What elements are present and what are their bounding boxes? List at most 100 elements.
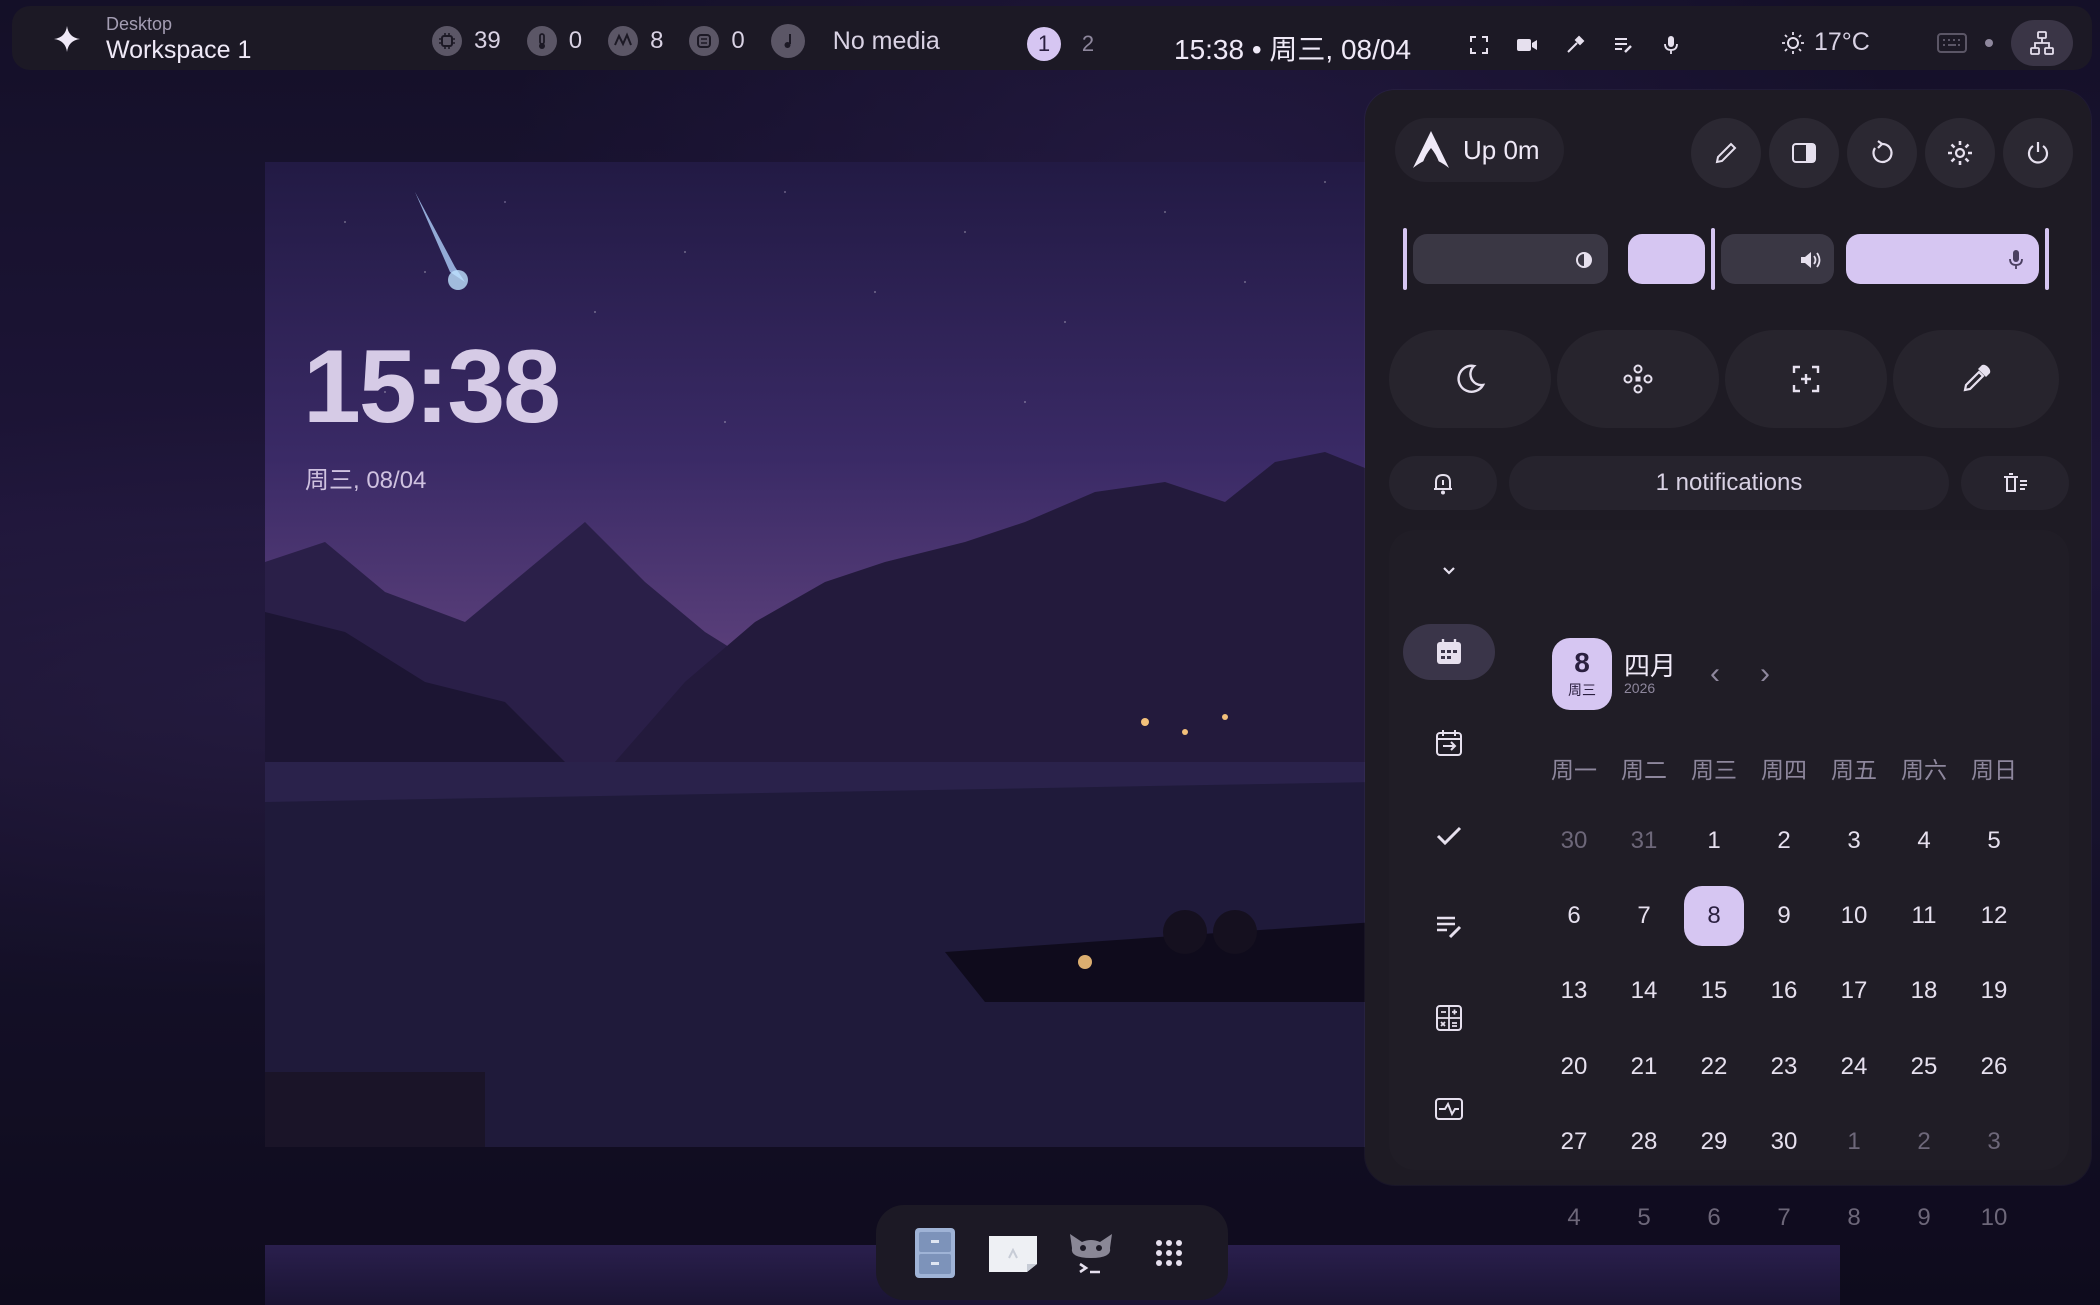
music-note-icon[interactable] [770,24,805,58]
collapse-button[interactable] [1403,542,1495,598]
prev-month-button[interactable]: ‹ [1710,659,1720,689]
screenshot-toggle[interactable] [1725,330,1887,428]
calendar-day[interactable]: 24 [1819,1036,1889,1098]
weather-widget[interactable]: 17°C [1780,28,1870,57]
calendar-day[interactable]: 31 [1609,810,1679,872]
color-picker-icon[interactable] [1560,30,1590,60]
calendar-day-number: 14 [1630,977,1658,1005]
calendar-day[interactable]: 9 [1749,885,1819,947]
calendar-day[interactable]: 10 [1959,1187,2029,1249]
calendar-day[interactable]: 27 [1539,1111,1609,1173]
calendar-day[interactable]: 20 [1539,1036,1609,1098]
calendar-day[interactable]: 4 [1539,1187,1609,1249]
activity-icon [1435,1098,1463,1120]
microphone-icon [2009,250,2023,269]
video-camera-icon[interactable] [1512,30,1542,60]
calendar-day[interactable]: 2 [1749,810,1819,872]
calendar-day[interactable]: 5 [1609,1187,1679,1249]
calendar-day[interactable]: 17 [1819,960,1889,1022]
calendar-day-today[interactable]: 8 [1679,885,1749,947]
dock-app-launcher[interactable] [1139,1223,1199,1283]
calendar-day[interactable]: 22 [1679,1036,1749,1098]
edit-button[interactable] [1691,118,1761,188]
todo-tab[interactable] [1403,807,1495,863]
calendar-day[interactable]: 5 [1959,810,2029,872]
dock-app-file-manager[interactable] [905,1223,965,1283]
clear-notifications-button[interactable] [1961,456,2069,510]
calendar-day[interactable]: 3 [1819,810,1889,872]
night-light-toggle[interactable] [1389,330,1551,428]
calendar-day[interactable]: 25 [1889,1036,1959,1098]
workspace-switcher: 1 2 [1027,27,1105,61]
calendar-day[interactable]: 16 [1749,960,1819,1022]
color-picker-toggle[interactable] [1893,330,2059,428]
microphone-icon[interactable] [1656,30,1686,60]
dock-app-editor[interactable] [983,1223,1043,1283]
calendar-day[interactable]: 7 [1749,1187,1819,1249]
mic-slider-handle[interactable] [2045,228,2049,290]
calendar-day[interactable]: 18 [1889,960,1959,1022]
power-button[interactable] [2003,118,2073,188]
calendar-day[interactable]: 11 [1889,885,1959,947]
calendar-day[interactable]: 9 [1889,1187,1959,1249]
stat-memory[interactable]: 8 [608,26,663,56]
stat-disk[interactable]: 0 [689,26,745,56]
calendar-week-row: 4 5 6 7 8 9 10 [1539,1180,2029,1255]
fullscreen-icon[interactable] [1464,30,1494,60]
tray [1937,20,2073,66]
silence-button[interactable] [1389,456,1497,510]
calendar-day[interactable]: 23 [1749,1036,1819,1098]
calendar-day[interactable]: 8 [1819,1187,1889,1249]
reload-button[interactable] [1847,118,1917,188]
calendar-tab[interactable] [1403,624,1495,680]
calendar-day[interactable]: 28 [1609,1111,1679,1173]
network-icon[interactable] [2011,20,2073,66]
calendar-day[interactable]: 19 [1959,960,2029,1022]
settings-button[interactable] [1925,118,1995,188]
keyboard-icon[interactable] [1937,31,1967,55]
calendar-day[interactable]: 1 [1679,810,1749,872]
calculator-tab[interactable] [1403,990,1495,1046]
calendar-day[interactable]: 7 [1609,885,1679,947]
calendar-day[interactable]: 15 [1679,960,1749,1022]
calendar-day[interactable]: 10 [1819,885,1889,947]
calendar-day[interactable]: 30 [1749,1111,1819,1173]
calendar-day[interactable]: 6 [1539,885,1609,947]
calendar-day[interactable]: 6 [1679,1187,1749,1249]
calendar-day[interactable]: 14 [1609,960,1679,1022]
calendar-day[interactable]: 13 [1539,960,1609,1022]
memory-icon [608,26,639,56]
stat-temperature[interactable]: 0 [526,26,582,56]
calendar-day[interactable]: 1 [1819,1111,1889,1173]
dock-app-terminal[interactable] [1061,1223,1121,1283]
stat-cpu[interactable]: 39 [432,26,501,56]
topbar-clock[interactable]: 15:38 • 周三, 08/04 [1174,28,1411,68]
sidebar-toggle-button[interactable] [1769,118,1839,188]
volume-slider-handle[interactable] [1711,228,1715,290]
calendar-day[interactable]: 30 [1539,810,1609,872]
calendar-day[interactable]: 3 [1959,1111,2029,1173]
brightness-slider-handle[interactable] [1403,228,1407,290]
notes-edit-icon[interactable] [1608,30,1638,60]
calendar-day[interactable]: 12 [1959,885,2029,947]
calendar-day-number: 6 [1707,1203,1721,1231]
calendar-day[interactable]: 2 [1889,1111,1959,1173]
game-mode-toggle[interactable] [1557,330,1719,428]
calendar-day[interactable]: 21 [1609,1036,1679,1098]
monitor-tab[interactable] [1403,1081,1495,1137]
notes-tab[interactable] [1403,898,1495,954]
calendar-day[interactable]: 4 [1889,810,1959,872]
events-tab[interactable] [1403,715,1495,771]
calendar-day[interactable]: 29 [1679,1111,1749,1173]
calendar-week-row: 20 21 22 23 24 25 26 [1539,1029,2029,1104]
calendar-day-number: 22 [1700,1052,1728,1080]
sparkle-icon[interactable] [52,24,82,54]
workspace-button-2[interactable]: 2 [1071,27,1105,61]
next-month-button[interactable]: › [1760,659,1770,689]
calendar-day-number: 15 [1700,977,1728,1005]
workspace-button-1[interactable]: 1 [1027,27,1061,61]
media-label[interactable]: No media [833,27,940,56]
volume-slider-fill[interactable] [1628,234,1705,284]
notifications-count[interactable]: 1 notifications [1509,456,1949,510]
calendar-day[interactable]: 26 [1959,1036,2029,1098]
